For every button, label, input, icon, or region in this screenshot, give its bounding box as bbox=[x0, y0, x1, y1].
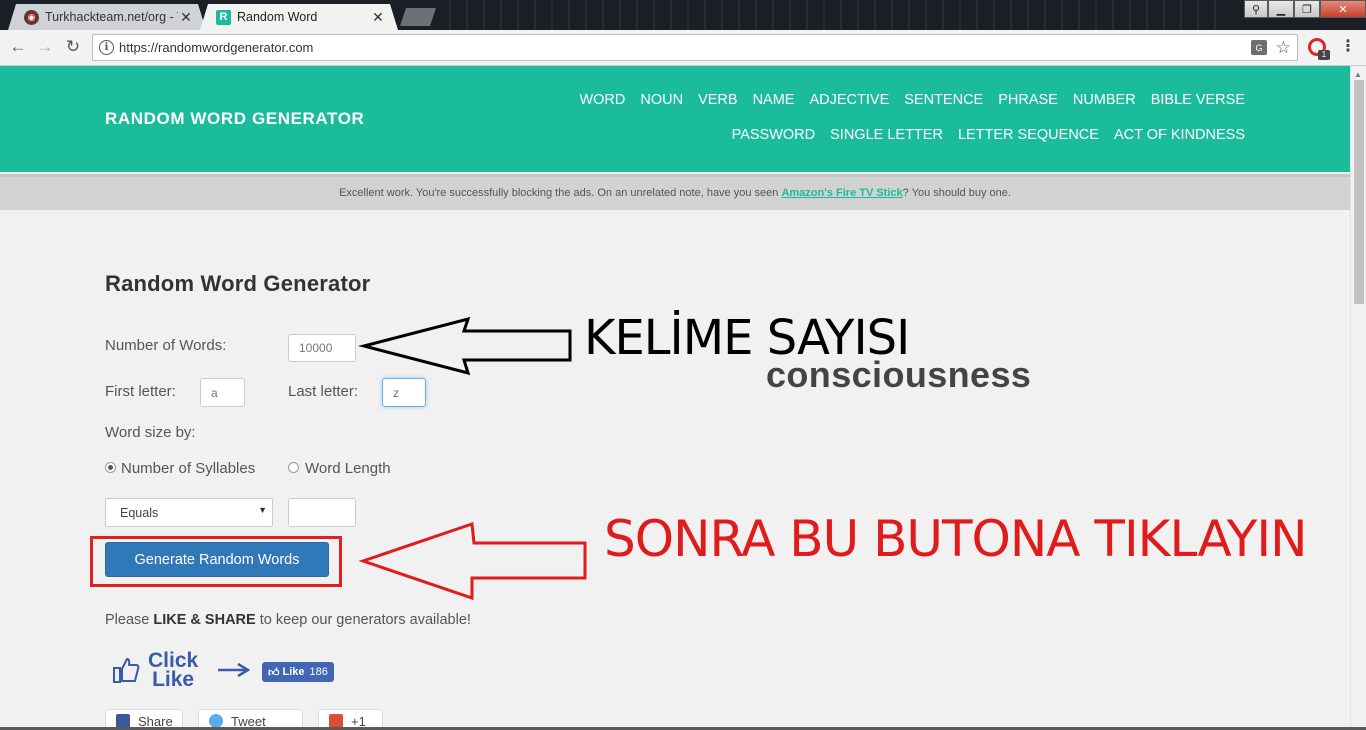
annotation-click-button: SONRA BU BUTONA TIKLAYIN bbox=[604, 510, 1307, 568]
annotation-arrow-2 bbox=[358, 521, 587, 601]
annotation-arrow-1 bbox=[358, 316, 572, 376]
annotation-word-count: KELİME SAYISI bbox=[584, 310, 910, 366]
scrollbar-thumb[interactable] bbox=[1354, 80, 1364, 304]
page-scrollbar[interactable]: ▲ bbox=[1350, 66, 1366, 728]
scroll-up-icon[interactable]: ▲ bbox=[1354, 70, 1362, 79]
